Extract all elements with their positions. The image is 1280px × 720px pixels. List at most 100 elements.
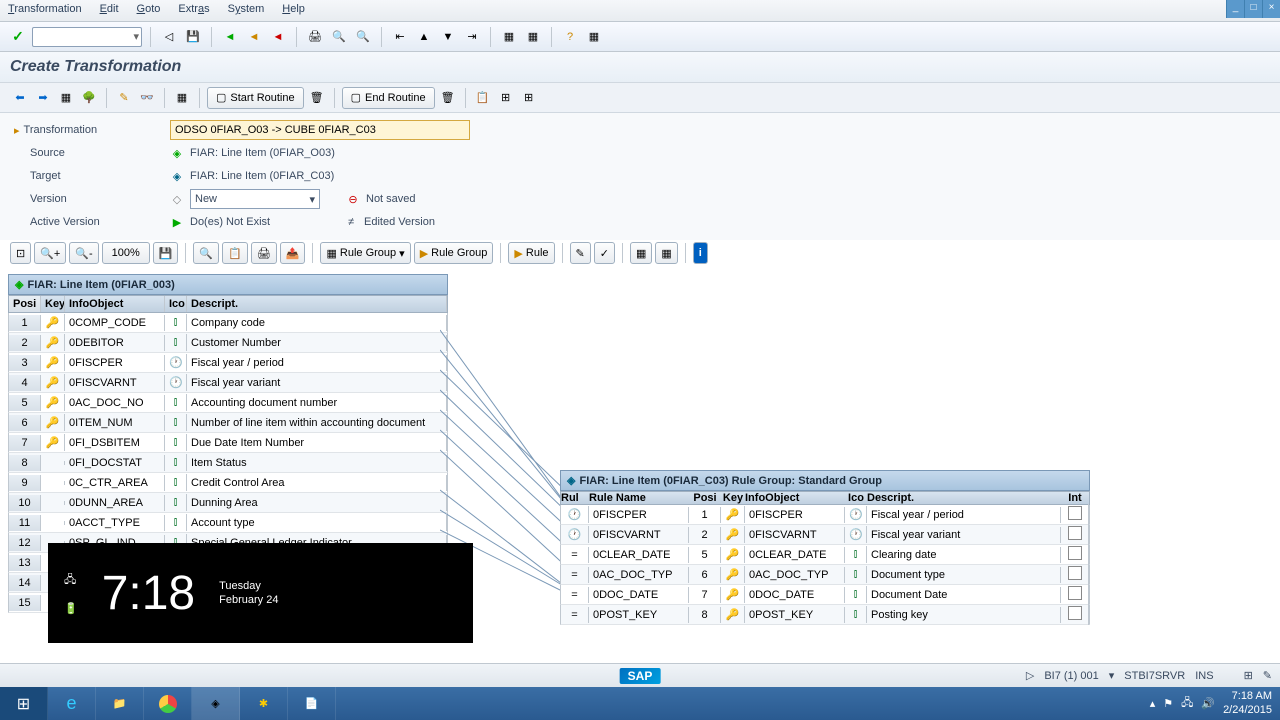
tray-volume-icon[interactable]: 🔊 [1201,697,1215,710]
delete-icon[interactable]: 🗑 [307,88,327,108]
start-routine-button[interactable]: ▢Start Routine [207,87,304,109]
copy-icon[interactable]: 📋 [473,88,493,108]
table-row[interactable]: 9 0C_CTR_AREA ⫾ Credit Control Area [8,473,448,493]
activate-icon[interactable]: ▦ [172,88,192,108]
col-rule-name[interactable]: Rule Name [589,492,689,504]
col-infoobject[interactable]: InfoObject [65,296,165,312]
layout1-icon[interactable]: ▦ [630,242,652,264]
exit-icon[interactable]: ◄ [244,27,264,47]
arrow-right-icon[interactable]: ➡ [33,88,53,108]
close-button[interactable]: × [1262,0,1280,18]
col-icon[interactable]: Ico [845,492,867,504]
layout2-icon[interactable]: ▦ [655,242,677,264]
table-row[interactable]: = 0AC_DOC_TYP 6 🔑 0AC_DOC_TYP ⫾ Document… [560,565,1090,585]
display-icon[interactable]: ▦ [56,88,76,108]
end-routine-button[interactable]: ▢End Routine [342,87,435,109]
shortcut-icon[interactable]: ▦ [523,27,543,47]
menu-extras[interactable]: Extras [178,3,209,18]
table-row[interactable]: 10 0DUNN_AREA ⫾ Dunning Area [8,493,448,513]
table-row[interactable]: 🕐 0FISCPER 1 🔑 0FISCPER 🕐 Fiscal year / … [560,505,1090,525]
maximize-button[interactable]: □ [1244,0,1262,18]
check-icon[interactable]: ✓ [594,242,615,264]
last-page-icon[interactable]: ⇥ [462,27,482,47]
rule-group-create-button[interactable]: ▦Rule Group▾ [320,242,410,264]
find-icon[interactable]: 🔍 [329,27,349,47]
hierarchy-icon[interactable]: ⊞ [496,88,516,108]
table-row[interactable]: 7 🔑 0FI_DSBITEM ⫾ Due Date Item Number [8,433,448,453]
hierarchy2-icon[interactable]: ⊞ [519,88,539,108]
help-icon[interactable]: ? [560,27,580,47]
back-icon[interactable]: ◁ [159,27,179,47]
zoom-full-icon[interactable]: ⊡ [10,242,31,264]
rule-group-button[interactable]: ▶Rule Group [414,242,494,264]
col-infoobject[interactable]: InfoObject [745,492,845,504]
col-rule[interactable]: Rul [561,492,589,504]
taskbar-explorer[interactable]: 📁 [96,687,144,720]
table-row[interactable]: 2 🔑 0DEBITOR ⫾ Customer Number [8,333,448,353]
glasses-icon[interactable]: 👓 [137,88,157,108]
col-int[interactable]: Int [1061,492,1089,504]
status-icon[interactable]: ⊞ [1244,669,1253,682]
col-pos[interactable]: Posi [9,296,41,312]
col-icon[interactable]: Ico [165,296,187,312]
new-session-icon[interactable]: ▦ [499,27,519,47]
menu-transformation[interactable]: Transformation [8,3,82,18]
table-row[interactable]: = 0DOC_DATE 7 🔑 0DOC_DATE ⫾ Document Dat… [560,585,1090,605]
delete-icon[interactable]: 🗑 [438,88,458,108]
tree-icon[interactable]: 🌳 [79,88,99,108]
edit-icon[interactable]: ✎ [570,242,591,264]
menu-goto[interactable]: Goto [137,3,161,18]
menu-edit[interactable]: Edit [100,3,119,18]
arrow-left-icon[interactable]: ⬅ [10,88,30,108]
menu-help[interactable]: Help [282,3,305,18]
table-row[interactable]: 3 🔑 0FISCPER 🕐 Fiscal year / period [8,353,448,373]
back-green-icon[interactable]: ◄ [220,27,240,47]
taskbar-ie[interactable]: e [48,687,96,720]
col-pos[interactable]: Posi [689,492,721,504]
layout-icon[interactable]: ▦ [584,27,604,47]
cancel-icon[interactable]: ◄ [268,27,288,47]
next-page-icon[interactable]: ▼ [438,27,458,47]
menu-system[interactable]: System [228,3,265,18]
col-description[interactable]: Descript. [187,296,447,312]
status-icon[interactable]: ✎ [1263,669,1272,682]
copy-icon[interactable]: 📋 [222,242,248,264]
tray-time[interactable]: 7:18 AM [1223,690,1272,703]
table-row[interactable]: 🕐 0FISCVARNT 2 🔑 0FISCVARNT 🕐 Fiscal yea… [560,525,1090,545]
table-row[interactable]: 1 🔑 0COMP_CODE ⫾ Company code [8,313,448,333]
export-icon[interactable]: 📤 [280,242,306,264]
table-row[interactable]: 4 🔑 0FISCVARNT 🕐 Fiscal year variant [8,373,448,393]
zoom-out-icon[interactable]: 🔍- [69,242,98,264]
col-key[interactable]: Key [41,296,65,312]
first-page-icon[interactable]: ⇤ [390,27,410,47]
tray-network-icon[interactable]: 🖧 [1181,694,1193,713]
tray-date[interactable]: 2/24/2015 [1223,704,1272,717]
find-next-icon[interactable]: 🔍 [353,27,373,47]
table-row[interactable]: 8 0FI_DOCSTAT ⫾ Item Status [8,453,448,473]
taskbar-notepad[interactable]: 📄 [288,687,336,720]
prev-page-icon[interactable]: ▲ [414,27,434,47]
taskbar-sap[interactable]: ◈ [192,687,240,720]
table-row[interactable]: = 0POST_KEY 8 🔑 0POST_KEY ⫾ Posting key [560,605,1090,625]
rule-button[interactable]: ▶Rule [508,242,554,264]
table-row[interactable]: = 0CLEAR_DATE 5 🔑 0CLEAR_DATE ⫾ Clearing… [560,545,1090,565]
minimize-button[interactable]: _ [1226,0,1244,18]
tray-up-icon[interactable]: ▴ [1150,697,1156,710]
zoom-pct[interactable]: 100% [102,242,150,264]
taskbar-app[interactable]: ✱ [240,687,288,720]
enter-icon[interactable]: ✓ [8,27,28,47]
col-key[interactable]: Key [721,492,745,504]
start-button[interactable]: ⊞ [0,687,48,720]
table-row[interactable]: 11 0ACCT_TYPE ⫾ Account type [8,513,448,533]
col-description[interactable]: Descript. [867,492,1061,504]
wand-icon[interactable]: ✎ [114,88,134,108]
transformation-input[interactable] [170,120,470,140]
save-icon[interactable]: 💾 [153,242,179,264]
table-row[interactable]: 6 🔑 0ITEM_NUM ⫾ Number of line item with… [8,413,448,433]
status-nav-icon[interactable]: ▷ [1026,669,1034,682]
print-icon[interactable]: 🖨 [251,242,277,264]
command-field[interactable]: ▾ [32,27,142,47]
taskbar-chrome[interactable] [144,687,192,720]
version-select[interactable]: New▾ [190,189,320,209]
table-row[interactable]: 5 🔑 0AC_DOC_NO ⫾ Accounting document num… [8,393,448,413]
